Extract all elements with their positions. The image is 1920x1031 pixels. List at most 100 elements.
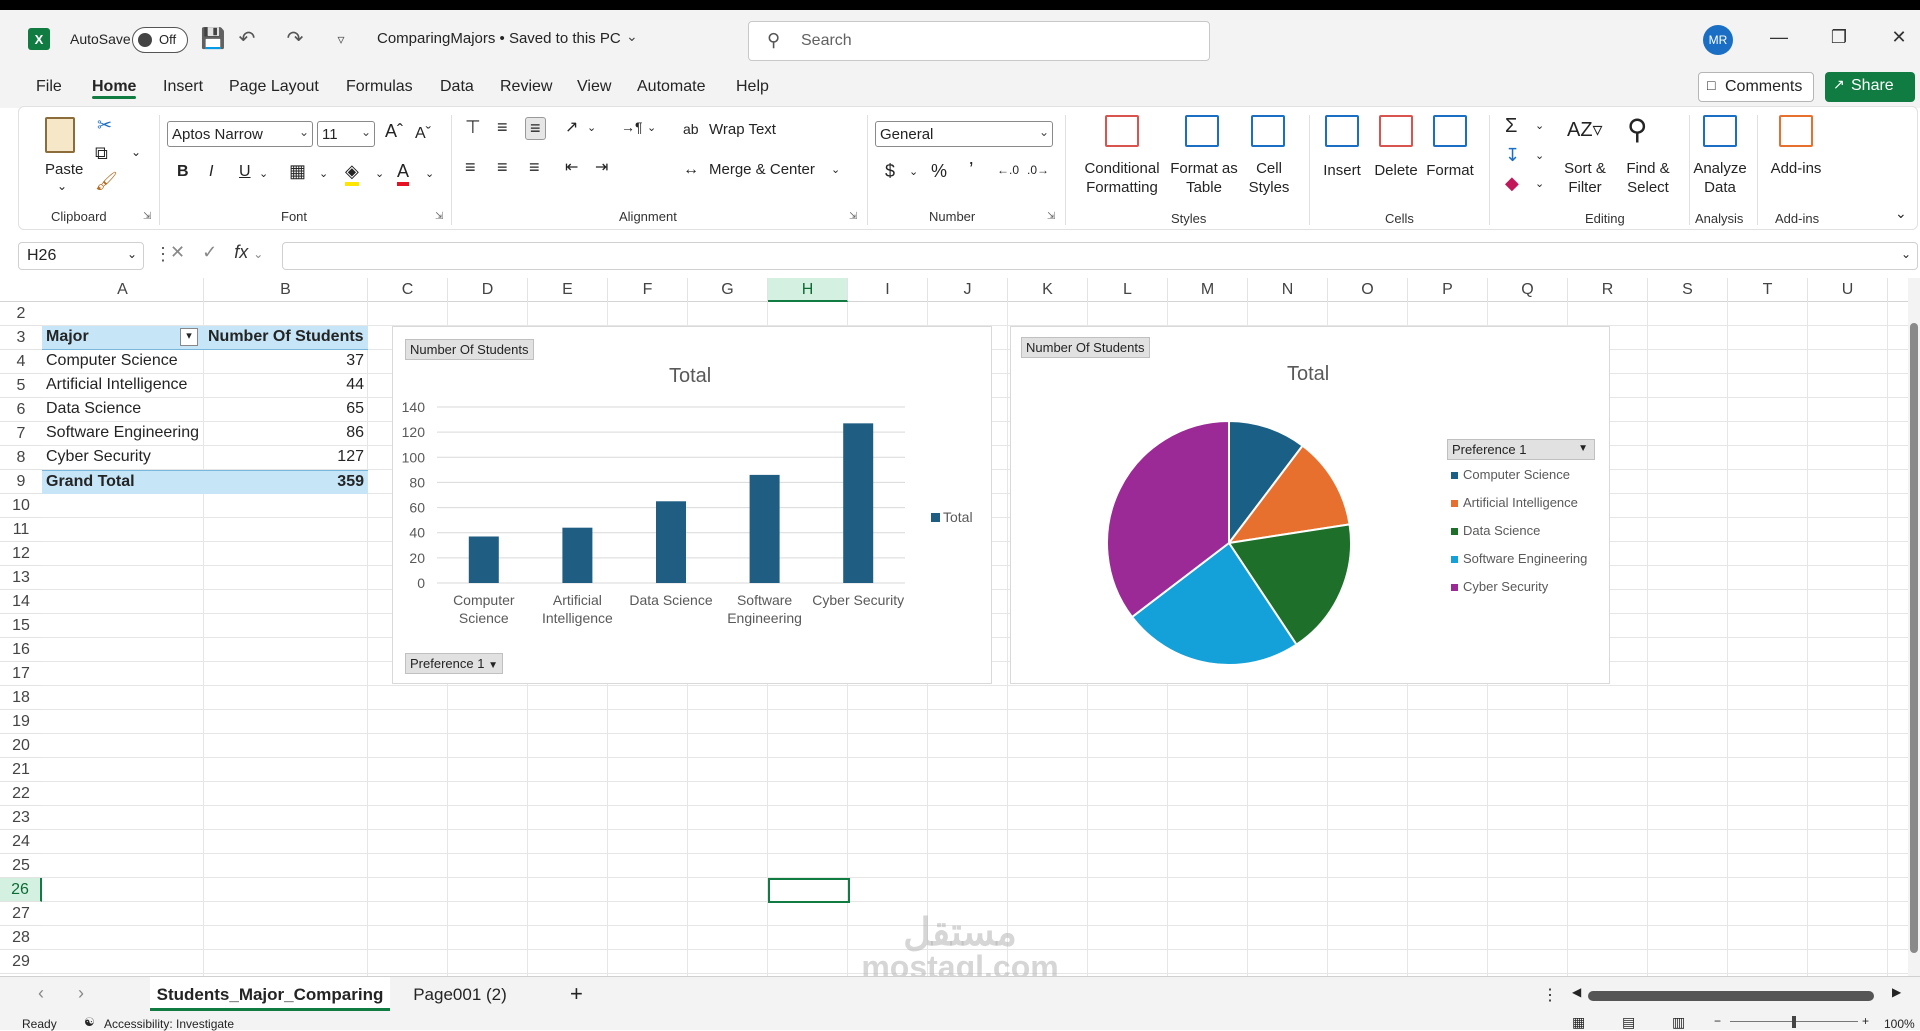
row-header-22[interactable]: 22 bbox=[0, 782, 42, 806]
fill-color-icon[interactable]: ◈ bbox=[345, 161, 359, 186]
column-header-e[interactable]: E bbox=[528, 278, 608, 302]
clipboard-launcher-icon[interactable]: ⇲ bbox=[143, 211, 151, 222]
vertical-scrollbar[interactable] bbox=[1908, 278, 1920, 976]
paste-icon[interactable] bbox=[45, 117, 75, 153]
column-header-c[interactable]: C bbox=[368, 278, 448, 302]
orientation-chevron-icon[interactable]: ⌄ bbox=[587, 121, 596, 134]
pivot-major-cell[interactable]: Computer Science bbox=[46, 352, 178, 370]
pie-chart[interactable]: Number Of Students Total Preference 1 ▼ … bbox=[1010, 326, 1610, 684]
pivot-major-cell[interactable]: Artificial Intelligence bbox=[46, 376, 187, 394]
find-select-button[interactable]: Find & Select bbox=[1615, 159, 1681, 197]
percent-icon[interactable]: % bbox=[931, 161, 947, 182]
column-header-o[interactable]: O bbox=[1328, 278, 1408, 302]
row-header-29[interactable]: 29 bbox=[0, 950, 42, 974]
more-options-icon[interactable]: ⋮ bbox=[1542, 985, 1558, 1005]
restore-icon[interactable]: ❐ bbox=[1824, 27, 1854, 53]
row-header-26[interactable]: 26 bbox=[0, 878, 42, 902]
avatar[interactable]: MR bbox=[1703, 25, 1733, 55]
increase-indent-icon[interactable]: ⇥ bbox=[595, 157, 608, 177]
menu-insert[interactable]: Insert bbox=[163, 78, 203, 96]
menu-help[interactable]: Help bbox=[736, 78, 769, 96]
copy-chevron-icon[interactable]: ⌄ bbox=[131, 145, 141, 159]
number-launcher-icon[interactable]: ⇲ bbox=[1047, 211, 1055, 222]
selected-cell[interactable] bbox=[768, 878, 850, 903]
column-header-a[interactable]: A bbox=[42, 278, 204, 302]
align-left-icon[interactable]: ≡ bbox=[465, 157, 476, 178]
scroll-left-icon[interactable]: ◀ bbox=[1572, 985, 1581, 999]
clear-icon[interactable]: ◆ bbox=[1505, 173, 1519, 194]
column-header-p[interactable]: P bbox=[1408, 278, 1488, 302]
align-bottom-icon[interactable]: ≡ bbox=[525, 117, 546, 140]
analyze-data-button[interactable]: Analyze Data bbox=[1691, 159, 1749, 197]
format-painter-icon[interactable]: 🖌 bbox=[95, 171, 118, 192]
pivot-header-major-cell[interactable]: Major ▾ bbox=[42, 326, 204, 350]
zoom-in-icon[interactable]: + bbox=[1862, 1014, 1869, 1028]
analyze-data-icon[interactable] bbox=[1703, 115, 1737, 147]
row-header-21[interactable]: 21 bbox=[0, 758, 42, 782]
align-right-icon[interactable]: ≡ bbox=[529, 157, 540, 178]
menu-formulas[interactable]: Formulas bbox=[346, 78, 413, 96]
share-button[interactable]: ↗ Share bbox=[1825, 72, 1915, 102]
bold-icon[interactable]: B bbox=[177, 163, 189, 181]
merge-chevron-icon[interactable]: ⌄ bbox=[831, 163, 840, 176]
row-header-4[interactable]: 4 bbox=[0, 350, 42, 374]
row-header-25[interactable]: 25 bbox=[0, 854, 42, 878]
menu-data[interactable]: Data bbox=[440, 78, 474, 96]
close-icon[interactable]: ✕ bbox=[1884, 27, 1914, 53]
menu-review[interactable]: Review bbox=[500, 78, 552, 96]
add-ins-button[interactable]: Add-ins bbox=[1765, 159, 1827, 178]
bar-chart[interactable]: Number Of Students Total 0 20 40 60 80 100 120… bbox=[392, 326, 992, 684]
delete-cells-button[interactable]: Delete bbox=[1371, 161, 1421, 180]
sort-filter-icon[interactable]: AZ▿ bbox=[1567, 117, 1603, 142]
row-header-10[interactable]: 10 bbox=[0, 494, 42, 518]
page-break-view-icon[interactable]: ▥ bbox=[1672, 1014, 1685, 1031]
decrease-font-size-icon[interactable]: Aˇ bbox=[415, 125, 431, 143]
zoom-out-icon[interactable]: − bbox=[1714, 1014, 1721, 1028]
bar[interactable] bbox=[656, 501, 686, 583]
comma-style-icon[interactable]: ’ bbox=[969, 159, 973, 182]
row-header-17[interactable]: 17 bbox=[0, 662, 42, 686]
pie-legend-filter-button[interactable]: Preference 1 ▼ bbox=[1447, 439, 1595, 460]
fill-chevron-icon[interactable]: ⌄ bbox=[1535, 149, 1544, 162]
minimize-icon[interactable]: — bbox=[1764, 27, 1794, 53]
next-sheet-icon[interactable]: › bbox=[78, 983, 84, 1004]
name-box[interactable]: H26 ⌄ bbox=[18, 242, 144, 270]
currency-icon[interactable]: $ bbox=[885, 161, 895, 182]
column-header-j[interactable]: J bbox=[928, 278, 1008, 302]
save-icon[interactable]: 💾 bbox=[200, 26, 226, 52]
cell-styles-icon[interactable] bbox=[1251, 115, 1285, 147]
format-cells-button[interactable]: Format bbox=[1423, 161, 1477, 180]
title-chevron-down-icon[interactable]: ⌄ bbox=[626, 28, 638, 45]
delete-cells-icon[interactable] bbox=[1379, 115, 1413, 147]
insert-cells-icon[interactable] bbox=[1325, 115, 1359, 147]
align-center-icon[interactable]: ≡ bbox=[497, 157, 508, 178]
column-header-u[interactable]: U bbox=[1808, 278, 1888, 302]
borders-icon[interactable]: ▦ bbox=[289, 161, 306, 182]
row-header-14[interactable]: 14 bbox=[0, 590, 42, 614]
customize-toolbar-icon[interactable]: ▿ bbox=[328, 26, 354, 52]
pivot-major-cell[interactable]: Software Engineering bbox=[46, 424, 199, 442]
search-input[interactable]: ⚲ Search bbox=[748, 21, 1210, 61]
add-ins-icon[interactable] bbox=[1779, 115, 1813, 147]
column-header-i[interactable]: I bbox=[848, 278, 928, 302]
fill-color-chevron-icon[interactable]: ⌄ bbox=[375, 167, 384, 180]
column-header-r[interactable]: R bbox=[1568, 278, 1648, 302]
merge-center-button[interactable]: Merge & Center bbox=[709, 161, 815, 178]
column-header-q[interactable]: Q bbox=[1488, 278, 1568, 302]
worksheet-grid[interactable]: ABCDEFGHIJKLMNOPQRSTU 2 3 4 5 6 7 8 9 10 11 12 13 14… bbox=[0, 278, 1910, 976]
font-size-select[interactable]: 11 ⌄ bbox=[317, 121, 375, 147]
pivot-grand-total-row[interactable]: Grand Total 359 bbox=[42, 470, 368, 494]
row-header-12[interactable]: 12 bbox=[0, 542, 42, 566]
font-name-select[interactable]: Aptos Narrow ⌄ bbox=[167, 121, 313, 147]
comments-button[interactable]: □ Comments bbox=[1698, 72, 1814, 102]
row-header-11[interactable]: 11 bbox=[0, 518, 42, 542]
align-middle-icon[interactable]: ≡ bbox=[497, 117, 508, 138]
chevron-down-icon[interactable]: ⌄ bbox=[253, 247, 263, 261]
insert-cells-button[interactable]: Insert bbox=[1319, 161, 1365, 180]
sheet-tab-page001[interactable]: Page001 (2) bbox=[408, 977, 512, 1011]
menu-view[interactable]: View bbox=[577, 78, 611, 96]
find-select-icon[interactable]: ⚲ bbox=[1627, 113, 1648, 146]
insert-function-icon[interactable]: fx bbox=[234, 242, 248, 262]
row-header-28[interactable]: 28 bbox=[0, 926, 42, 950]
pivot-count-cell[interactable]: 86 bbox=[204, 424, 364, 442]
